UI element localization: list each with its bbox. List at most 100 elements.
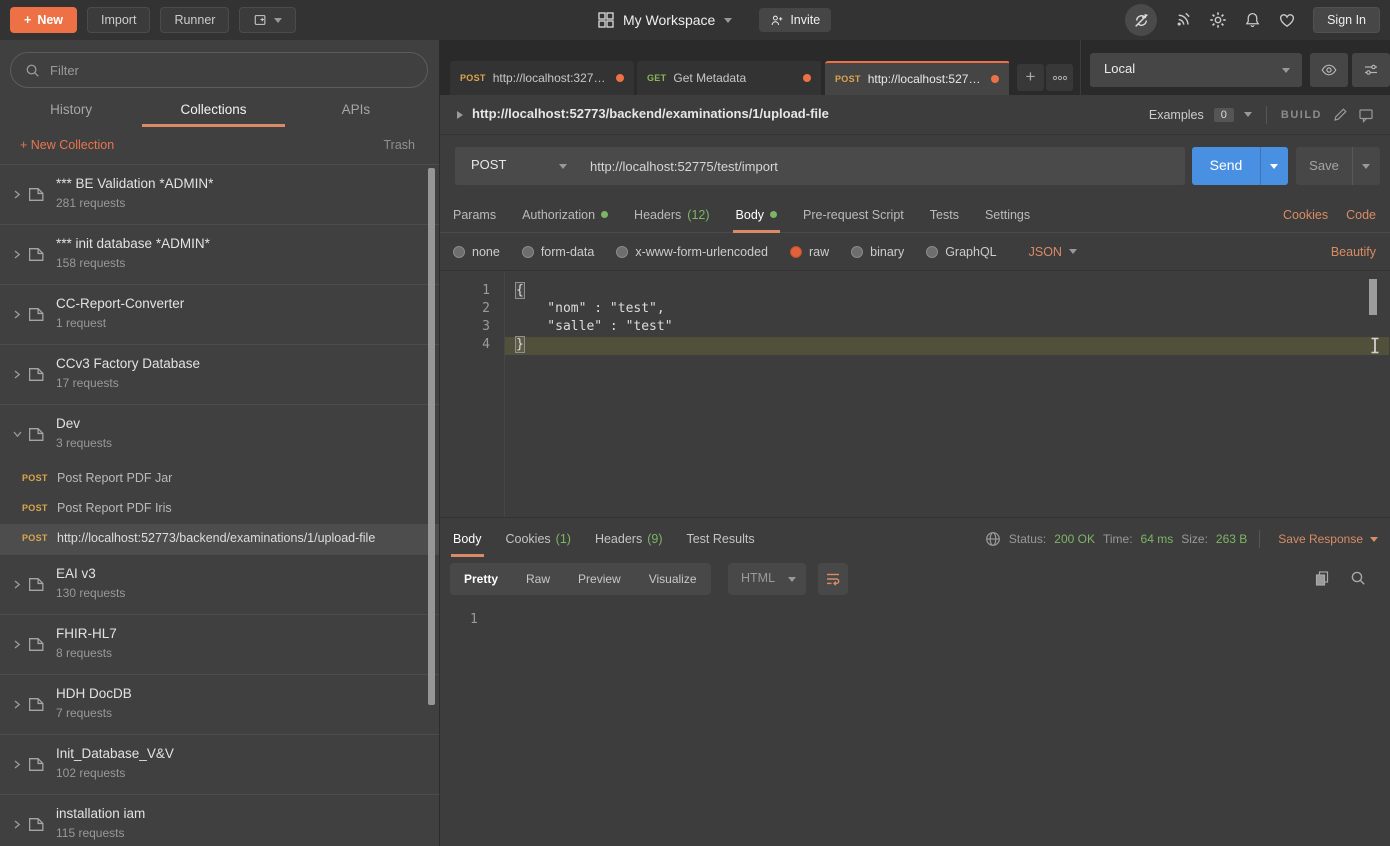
line-text: "salle" : "test" (516, 319, 673, 334)
runner-button[interactable]: Runner (160, 7, 229, 33)
beautify-link[interactable]: Beautify (1331, 245, 1376, 259)
chevron-right-icon[interactable] (12, 759, 22, 770)
sign-in-button[interactable]: Sign In (1313, 7, 1380, 33)
invite-button[interactable]: Invite (759, 8, 831, 32)
trash-button[interactable]: Trash (384, 138, 416, 152)
collection-item[interactable]: Init_Database_V&V 102 requests (0, 734, 439, 794)
mode-urlencoded[interactable]: x-www-form-urlencoded (616, 245, 768, 259)
tab-body[interactable]: Body (736, 197, 778, 232)
response-tab-cookies[interactable]: Cookies(1) (506, 518, 571, 560)
tab-options-button[interactable] (1046, 64, 1073, 91)
sidebar-scrollbar[interactable] (428, 168, 435, 705)
collection-item[interactable]: CCv3 Factory Database 17 requests (0, 344, 439, 404)
body-editor[interactable]: 1 { 2 "nom" : "test", 3 "salle" : "test"… (440, 270, 1390, 518)
filter-box (10, 52, 428, 88)
chevron-right-icon[interactable] (12, 699, 22, 710)
collection-item-expanded[interactable]: Dev 3 requests (0, 404, 439, 464)
environment-quick-look-button[interactable] (1310, 53, 1348, 87)
copy-icon[interactable] (1314, 570, 1330, 587)
method-selector[interactable]: POST (471, 157, 506, 172)
response-format-selector[interactable]: HTML (728, 563, 806, 595)
chevron-right-icon[interactable] (12, 189, 22, 200)
chevron-down-icon[interactable] (559, 164, 567, 169)
chevron-right-icon[interactable] (12, 579, 22, 590)
response-tab-headers[interactable]: Headers(9) (595, 518, 663, 560)
settings-gear-button[interactable] (1209, 11, 1227, 29)
mode-raw-selected[interactable]: raw (790, 245, 829, 259)
view-pretty-button[interactable]: Pretty (450, 563, 512, 595)
sync-off-button[interactable] (1125, 4, 1157, 36)
url-input[interactable] (590, 147, 1170, 185)
search-icon[interactable] (1350, 570, 1366, 587)
tab-authorization[interactable]: Authorization (522, 197, 608, 232)
code-link[interactable]: Code (1346, 208, 1376, 222)
notifications-bell-button[interactable] (1244, 11, 1261, 29)
chevron-right-icon[interactable] (12, 249, 22, 260)
content-type-selector[interactable]: JSON (1029, 245, 1077, 259)
request-item[interactable]: POST Post Report PDF Iris (0, 494, 439, 524)
workspace-switcher[interactable]: My Workspace Invite (598, 0, 831, 40)
tab-params[interactable]: Params (453, 197, 496, 232)
filter-input[interactable] (50, 63, 413, 78)
save-button[interactable]: Save (1296, 147, 1380, 185)
collection-item[interactable]: CC-Report-Converter 1 request (0, 284, 439, 344)
editor-scrollbar[interactable] (1369, 279, 1377, 315)
chevron-right-icon[interactable] (12, 639, 22, 650)
collection-item[interactable]: FHIR-HL7 8 requests (0, 614, 439, 674)
save-options-button[interactable] (1352, 147, 1380, 185)
unsaved-dot-icon (991, 75, 999, 83)
collection-item[interactable]: installation iam 115 requests (0, 794, 439, 846)
request-tab[interactable]: GET Get Metadata (637, 61, 822, 95)
send-button[interactable]: Send (1192, 147, 1288, 185)
request-item-selected[interactable]: POST http://localhost:52773/backend/exam… (0, 524, 439, 554)
send-options-button[interactable] (1260, 147, 1288, 185)
tab-tests[interactable]: Tests (930, 197, 959, 232)
mode-none[interactable]: none (453, 245, 500, 259)
tab-pre-request-script[interactable]: Pre-request Script (803, 197, 904, 232)
new-collection-button[interactable]: + New Collection (20, 138, 114, 152)
save-response-button[interactable]: Save Response (1278, 532, 1378, 546)
cookies-link[interactable]: Cookies (1283, 208, 1328, 222)
collection-item[interactable]: *** BE Validation *ADMIN* 281 requests (0, 164, 439, 224)
collection-item[interactable]: HDH DocDB 7 requests (0, 674, 439, 734)
new-button[interactable]: +New (10, 7, 77, 33)
tab-settings[interactable]: Settings (985, 197, 1030, 232)
chevron-right-icon[interactable] (12, 309, 22, 320)
wrap-text-button[interactable] (818, 563, 848, 595)
mode-form-data[interactable]: form-data (522, 245, 595, 259)
response-body[interactable]: 1 (440, 598, 1390, 846)
import-button[interactable]: Import (87, 7, 150, 33)
response-tab-test-results[interactable]: Test Results (686, 518, 754, 560)
capture-requests-button[interactable] (1174, 11, 1192, 29)
environment-settings-button[interactable] (1352, 53, 1390, 87)
mode-graphql[interactable]: GraphQL (926, 245, 996, 259)
tab-history[interactable]: History (0, 95, 142, 127)
chevron-right-icon[interactable] (12, 819, 22, 830)
chevron-down-icon[interactable] (1244, 112, 1252, 117)
environment-selector[interactable]: Local (1090, 53, 1302, 87)
view-raw-button[interactable]: Raw (512, 563, 564, 595)
tab-collections[interactable]: Collections (142, 95, 284, 127)
collection-item[interactable]: *** init database *ADMIN* 158 requests (0, 224, 439, 284)
edit-pencil-icon[interactable] (1332, 107, 1348, 123)
response-tab-body[interactable]: Body (453, 518, 482, 560)
open-new-tab-button[interactable]: + (1017, 64, 1044, 91)
examples-label[interactable]: Examples (1149, 108, 1204, 122)
view-visualize-button[interactable]: Visualize (635, 563, 711, 595)
tab-apis[interactable]: APIs (285, 95, 427, 127)
view-preview-button[interactable]: Preview (564, 563, 635, 595)
mode-binary[interactable]: binary (851, 245, 904, 259)
chevron-right-icon[interactable] (12, 369, 22, 380)
globe-icon[interactable] (985, 531, 1001, 547)
request-item[interactable]: POST Post Report PDF Jar (0, 464, 439, 494)
new-window-button[interactable] (239, 7, 296, 33)
comment-icon[interactable] (1358, 107, 1374, 123)
request-tab-active[interactable]: POST http://localhost:52773/... (825, 61, 1010, 95)
collection-item[interactable]: EAI v3 130 requests (0, 554, 439, 614)
heart-button[interactable] (1278, 12, 1296, 29)
request-tab[interactable]: POST http://localhost:32783/... (450, 61, 635, 95)
collapse-triangle-icon[interactable] (456, 110, 464, 120)
collection-count: 3 requests (56, 436, 112, 450)
tab-headers[interactable]: Headers(12) (634, 197, 709, 232)
chevron-down-icon[interactable] (12, 429, 23, 439)
